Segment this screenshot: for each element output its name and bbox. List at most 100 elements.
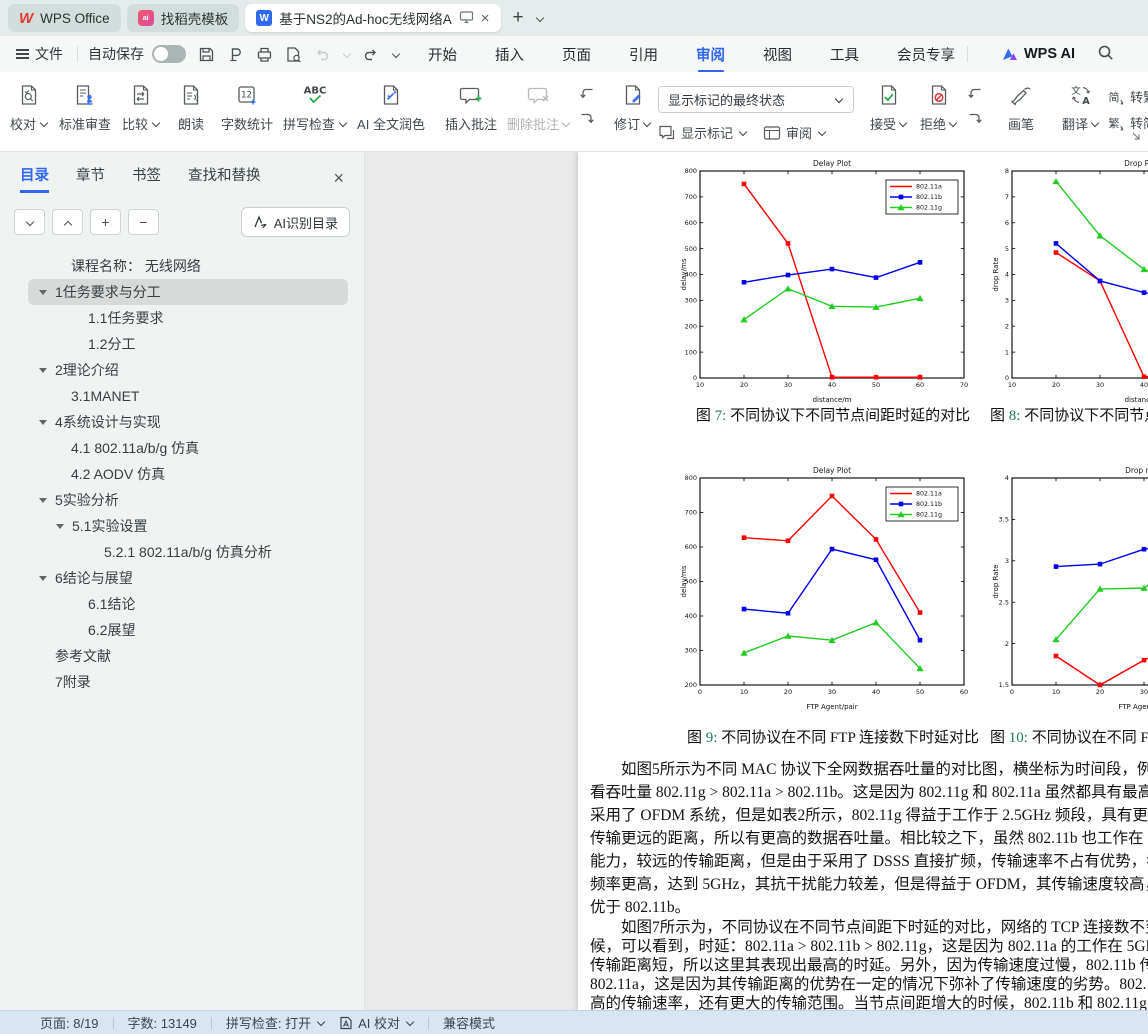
toc-item-3-1[interactable]: 3.1MANET bbox=[0, 383, 364, 409]
accept-button[interactable]: 接受 bbox=[864, 79, 914, 135]
svg-text:6: 6 bbox=[1005, 219, 1009, 227]
toc-collapse-button[interactable] bbox=[52, 209, 83, 235]
toc-item-6[interactable]: 6结论与展望 bbox=[0, 565, 364, 591]
standard-review-icon bbox=[74, 82, 96, 108]
to-traditional-button[interactable]: 简 转繁 bbox=[1106, 87, 1148, 106]
toc-item-6-2[interactable]: 6.2展望 bbox=[0, 617, 364, 643]
new-tab-button[interactable]: + bbox=[509, 7, 528, 29]
toc-item-5[interactable]: 5实验分析 bbox=[0, 487, 364, 513]
sidebar-tab-chapters[interactable]: 章节 bbox=[76, 164, 105, 193]
toc-item-4-1[interactable]: 4.1 802.11a/b/g 仿真 bbox=[0, 435, 364, 461]
spellcheck-indicator[interactable]: 拼写检查: 打开 bbox=[226, 1013, 325, 1032]
svg-text:ABC: ABC bbox=[304, 86, 327, 97]
ai-proofread-indicator[interactable]: AI 校对 bbox=[339, 1013, 414, 1032]
document-canvas[interactable]: Delay Plot102030405060700100200300400500… bbox=[365, 152, 1148, 1010]
read-aloud-icon bbox=[180, 82, 202, 108]
tab-page[interactable]: 页面 bbox=[560, 37, 593, 72]
redo-chevron-icon[interactable] bbox=[391, 50, 400, 59]
file-menu-label: 文件 bbox=[35, 44, 63, 64]
svg-text:30: 30 bbox=[784, 381, 792, 389]
word-count-indicator[interactable]: 字数: 13149 bbox=[128, 1013, 197, 1032]
search-icon[interactable] bbox=[1097, 44, 1114, 64]
word-count-button[interactable]: 12 字数统计 bbox=[216, 79, 278, 135]
autosave-toggle[interactable] bbox=[152, 45, 186, 63]
compare-button[interactable]: 比较 bbox=[116, 79, 166, 135]
toc-item-1-2[interactable]: 1.2分工 bbox=[0, 331, 364, 357]
figure-7-chart: Delay Plot102030405060700100200300400500… bbox=[678, 156, 988, 406]
ink-brush-button[interactable]: 画笔 bbox=[996, 79, 1046, 135]
toc-item-1[interactable]: 1任务要求与分工 bbox=[28, 279, 348, 305]
standard-review-button[interactable]: 标准审查 bbox=[54, 79, 116, 135]
accept-icon bbox=[878, 82, 900, 108]
review-pane-button[interactable]: 审阅 bbox=[763, 123, 826, 142]
tab-home[interactable]: 开始 bbox=[426, 37, 459, 72]
toc-item-course-name[interactable]: 课程名称： 无线网络 bbox=[0, 253, 364, 279]
close-sidebar-icon[interactable]: × bbox=[333, 168, 344, 189]
simplified-glyph-icon: 简 bbox=[1106, 89, 1125, 105]
page-indicator[interactable]: 页面: 8/19 bbox=[40, 1013, 99, 1032]
save-button[interactable] bbox=[198, 46, 215, 63]
next-change-button[interactable] bbox=[967, 110, 983, 126]
sidebar-tab-contents[interactable]: 目录 bbox=[20, 164, 49, 193]
tab-wps-office[interactable]: W WPS Office bbox=[8, 4, 121, 32]
ai-polish-button[interactable]: AI 全文润色 bbox=[352, 79, 430, 135]
toc-item-5-2-1[interactable]: 5.2.1 802.11a/b/g 仿真分析 bbox=[0, 539, 364, 565]
svg-text:4: 4 bbox=[1005, 271, 1009, 279]
tab-tools[interactable]: 工具 bbox=[828, 37, 861, 72]
tab-list-chevron-icon[interactable] bbox=[536, 14, 545, 23]
show-markup-button[interactable]: 显示标记 bbox=[658, 123, 747, 142]
translate-button[interactable]: 文A 翻译 bbox=[1056, 79, 1106, 135]
print-button[interactable] bbox=[256, 46, 273, 63]
insert-comment-icon bbox=[459, 82, 483, 108]
insert-comment-button[interactable]: 插入批注 bbox=[440, 79, 502, 135]
close-tab-icon[interactable]: × bbox=[481, 11, 490, 26]
tab-membership[interactable]: 会员专享 bbox=[895, 37, 957, 72]
tab-document[interactable]: W 基于NS2的Ad-hoc无线网络A × bbox=[245, 4, 500, 32]
compatibility-mode-indicator[interactable]: 兼容模式 bbox=[443, 1013, 495, 1032]
next-comment-button[interactable] bbox=[579, 110, 595, 126]
toc-item-6-1[interactable]: 6.1结论 bbox=[0, 591, 364, 617]
wps-ai-button[interactable]: WPS AI bbox=[1002, 46, 1075, 62]
toc-item-5-1[interactable]: 5.1实验设置 bbox=[0, 513, 364, 539]
svg-text:10: 10 bbox=[1008, 381, 1016, 389]
print-preview-button[interactable] bbox=[285, 46, 302, 63]
delete-comment-button: 删除批注 bbox=[502, 79, 576, 135]
tab-docer-templates[interactable]: ai 找稻壳模板 bbox=[127, 4, 240, 32]
tab-reference[interactable]: 引用 bbox=[627, 37, 660, 72]
toc-item-4-2[interactable]: 4.2 AODV 仿真 bbox=[0, 461, 364, 487]
menu-bar: 文件 自动保存 bbox=[0, 36, 1148, 72]
proofread-button[interactable]: 校对 bbox=[4, 79, 54, 135]
toc-item-appendix[interactable]: 7附录 bbox=[0, 669, 364, 695]
toc-zoom-out-button[interactable]: − bbox=[128, 209, 159, 235]
collapse-ribbon-icon[interactable] bbox=[1131, 129, 1142, 147]
tab-docer-label: 找稻壳模板 bbox=[161, 8, 229, 28]
toc-item-2[interactable]: 2理论介绍 bbox=[0, 357, 364, 383]
toc-item-1-1[interactable]: 1.1任务要求 bbox=[0, 305, 364, 331]
reject-button[interactable]: 拒绝 bbox=[914, 79, 964, 135]
previous-comment-button[interactable] bbox=[579, 85, 595, 101]
ai-recognize-toc-button[interactable]: AI识别目录 bbox=[241, 207, 350, 237]
toc-item-references[interactable]: 参考文献 bbox=[0, 643, 364, 669]
ai-polish-icon bbox=[380, 82, 402, 108]
tab-view[interactable]: 视图 bbox=[761, 37, 794, 72]
toc-zoom-in-button[interactable]: + bbox=[90, 209, 121, 235]
svg-text:800: 800 bbox=[685, 167, 697, 175]
svg-text:1.5: 1.5 bbox=[999, 681, 1009, 689]
export-pdf-button[interactable] bbox=[227, 46, 244, 63]
spell-check-button[interactable]: ABC 拼写检查 bbox=[278, 79, 352, 135]
toc-item-4[interactable]: 4系统设计与实现 bbox=[0, 409, 364, 435]
svg-text:802.11g: 802.11g bbox=[916, 205, 942, 212]
sidebar-tab-find-replace[interactable]: 查找和替换 bbox=[188, 164, 261, 193]
svg-text:400: 400 bbox=[685, 612, 697, 620]
previous-change-button[interactable] bbox=[967, 85, 983, 101]
track-changes-button[interactable]: 修订 bbox=[608, 79, 658, 135]
read-aloud-button[interactable]: 朗读 bbox=[166, 79, 216, 135]
file-menu-button[interactable]: 文件 bbox=[12, 44, 67, 64]
sidebar-tab-bookmarks[interactable]: 书签 bbox=[132, 164, 161, 193]
tab-review[interactable]: 审阅 bbox=[694, 37, 727, 72]
toc-expand-button[interactable] bbox=[14, 209, 45, 235]
redo-button[interactable] bbox=[363, 46, 379, 62]
tab-insert[interactable]: 插入 bbox=[493, 37, 526, 72]
markup-state-dropdown[interactable]: 显示标记的最终状态 bbox=[658, 86, 854, 113]
document-page[interactable]: Delay Plot102030405060700100200300400500… bbox=[578, 152, 1148, 1010]
